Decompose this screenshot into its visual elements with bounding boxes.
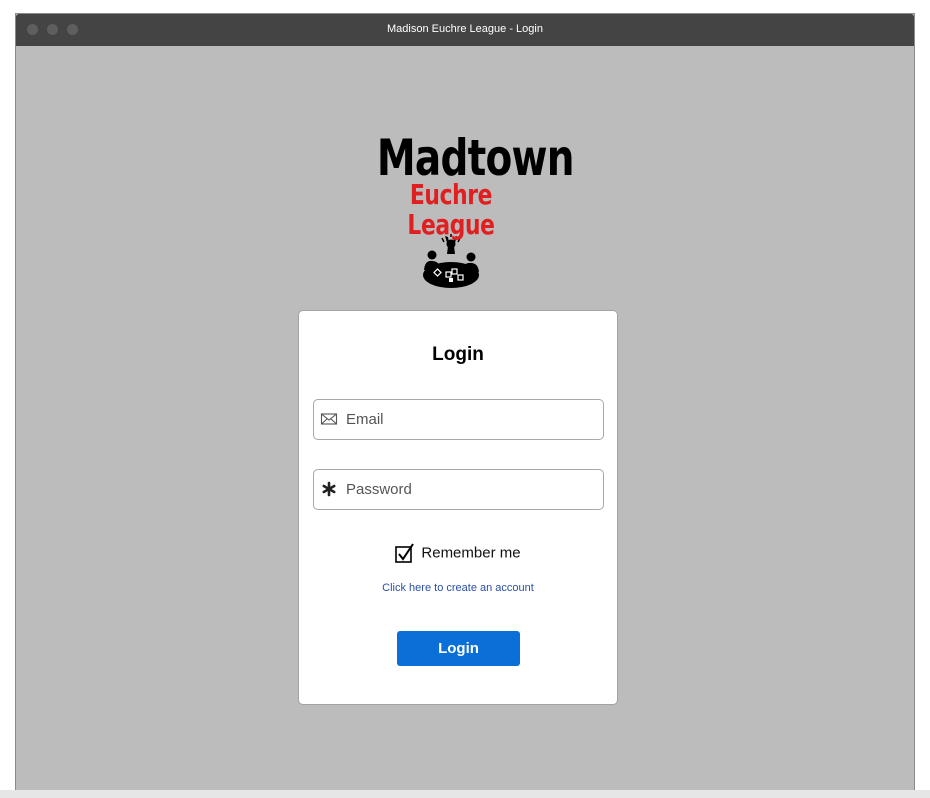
login-button[interactable]: Login [397, 631, 520, 666]
horizontal-scrollbar[interactable] [0, 790, 930, 798]
login-card: Login Email Remember me Click here to cr… [298, 310, 618, 705]
email-input[interactable] [346, 400, 596, 439]
remember-me-label: Remember me [421, 544, 521, 562]
league-logo: Madtown Euchre League [356, 130, 574, 290]
email-field[interactable] [313, 399, 604, 440]
people-around-table-icon [423, 234, 479, 288]
asterisk-icon [322, 481, 336, 497]
password-field[interactable] [313, 469, 604, 510]
envelope-icon [320, 413, 338, 425]
window-title: Madison Euchre League - Login [387, 23, 543, 35]
remember-me[interactable]: Remember me [299, 543, 617, 563]
create-account-link[interactable]: Click here to create an account [299, 582, 617, 594]
login-heading: Login [432, 344, 484, 365]
page-content: Madtown Euchre League Login Email Rememb… [16, 46, 914, 798]
title-bar: Madison Euchre League - Login [16, 14, 914, 46]
remember-me-checkbox[interactable] [395, 543, 415, 563]
app-window: Madison Euchre League - Login Madtown Eu… [15, 13, 915, 798]
password-input[interactable] [346, 470, 596, 509]
logo-subtitle: Euchre League [407, 178, 495, 241]
